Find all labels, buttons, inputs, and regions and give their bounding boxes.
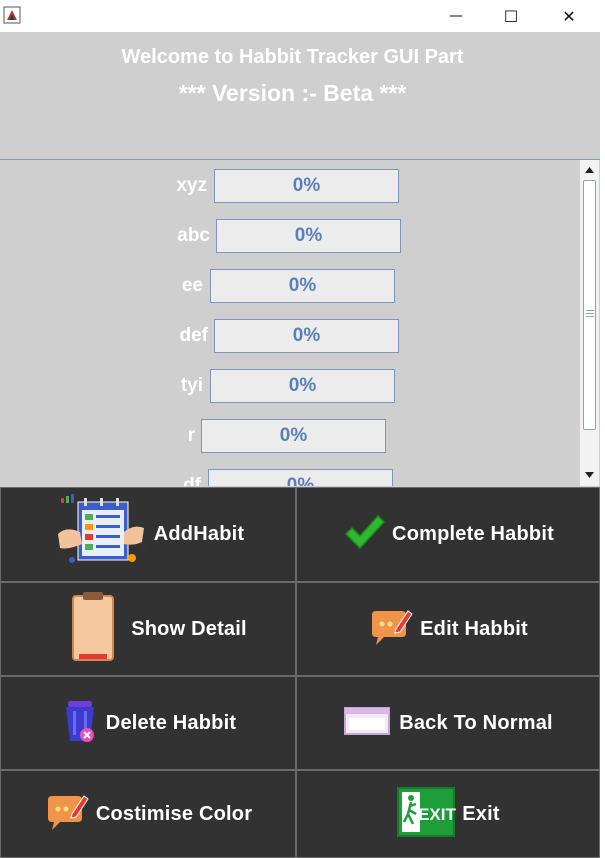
delete-habit-label: Delete Habbit bbox=[105, 711, 237, 734]
customise-color-label: Costimise Color bbox=[95, 802, 253, 825]
version-label: *** Version :- Beta *** bbox=[178, 80, 407, 106]
habit-row: r 0% bbox=[0, 417, 579, 455]
scroll-up-button[interactable] bbox=[580, 161, 599, 179]
title-bar: — ☐ ✕ bbox=[0, 0, 600, 32]
habit-progress-bar: 0% bbox=[216, 219, 401, 253]
habit-row: xyz 0% bbox=[0, 167, 579, 205]
minimize-button[interactable]: — bbox=[427, 0, 485, 32]
habit-progress-bar: 0% bbox=[210, 269, 395, 303]
habit-name: ee bbox=[181, 275, 203, 296]
scroll-down-button[interactable] bbox=[580, 466, 599, 484]
habit-row: df 0% bbox=[0, 467, 579, 486]
exit-button[interactable]: EXIT Exit bbox=[296, 770, 600, 858]
exit-label: Exit bbox=[462, 802, 500, 825]
edit-habit-button[interactable]: Edit Habbit bbox=[296, 582, 600, 676]
back-to-normal-button[interactable]: Back To Normal bbox=[296, 676, 600, 770]
show-detail-label: Show Detail bbox=[131, 617, 247, 640]
habit-list-scrollbar[interactable] bbox=[579, 160, 599, 486]
close-icon: ✕ bbox=[562, 6, 576, 26]
exit-sign-text: EXIT bbox=[418, 805, 456, 824]
customise-color-button[interactable]: Costimise Color bbox=[0, 770, 296, 858]
close-button[interactable]: ✕ bbox=[540, 0, 598, 32]
habit-progress-bar: 0% bbox=[214, 319, 399, 353]
clipboard-icon bbox=[49, 590, 125, 669]
habit-progress-bar: 0% bbox=[201, 419, 386, 453]
habit-progress-bar: 0% bbox=[208, 469, 393, 486]
welcome-title: Welcome to Habbit Tracker GUI Part bbox=[121, 46, 464, 68]
habit-name: r bbox=[187, 425, 195, 446]
triangle-up-icon bbox=[585, 167, 594, 173]
header-panel: Welcome to Habbit Tracker GUI Part *** V… bbox=[0, 32, 600, 160]
habit-name: abc bbox=[177, 225, 210, 246]
habit-name: tyi bbox=[180, 375, 203, 396]
habit-progress-bar: 0% bbox=[210, 369, 395, 403]
habit-name: def bbox=[179, 325, 209, 346]
habit-planner-icon bbox=[51, 494, 148, 575]
habit-progress-bar: 0% bbox=[214, 169, 399, 203]
window-reset-icon bbox=[343, 704, 393, 743]
add-habit-label: AddHabit bbox=[153, 523, 245, 545]
show-detail-button[interactable]: Show Detail bbox=[0, 582, 296, 676]
habit-name: xyz bbox=[176, 175, 207, 196]
delete-habit-button[interactable]: Delete Habbit bbox=[0, 676, 296, 770]
trash-bin-icon bbox=[60, 697, 100, 750]
habit-name: df bbox=[183, 475, 201, 486]
edit-message-icon bbox=[368, 605, 414, 654]
checkmark-icon bbox=[342, 512, 386, 557]
habit-row: def 0% bbox=[0, 317, 579, 355]
app-window: — ☐ ✕ Welcome to Habbit Tracker GUI Part… bbox=[0, 0, 600, 858]
habit-list: xyz 0% abc 0% ee 0% def 0% tyi 0% r 0% d… bbox=[0, 160, 600, 486]
java-app-icon bbox=[3, 6, 21, 24]
back-to-normal-label: Back To Normal bbox=[399, 711, 553, 734]
add-habit-button[interactable]: AddHabit bbox=[0, 487, 296, 582]
minimize-icon: — bbox=[449, 8, 463, 24]
habit-row: abc 0% bbox=[0, 217, 579, 255]
desktop-background bbox=[600, 0, 605, 858]
triangle-down-icon bbox=[585, 472, 594, 478]
habit-row: tyi 0% bbox=[0, 367, 579, 405]
exit-sign-icon: EXIT bbox=[396, 784, 457, 845]
color-edit-icon bbox=[44, 790, 90, 839]
maximize-icon: ☐ bbox=[503, 6, 519, 26]
action-button-grid: AddHabit Complete Habbit Show Detail Edi… bbox=[0, 487, 600, 858]
maximize-button[interactable]: ☐ bbox=[482, 0, 540, 32]
scroll-thumb[interactable] bbox=[583, 180, 596, 430]
complete-habit-button[interactable]: Complete Habbit bbox=[296, 487, 600, 582]
habit-row: ee 0% bbox=[0, 267, 579, 305]
complete-habit-label: Complete Habbit bbox=[392, 523, 554, 545]
edit-habit-label: Edit Habbit bbox=[420, 617, 528, 640]
